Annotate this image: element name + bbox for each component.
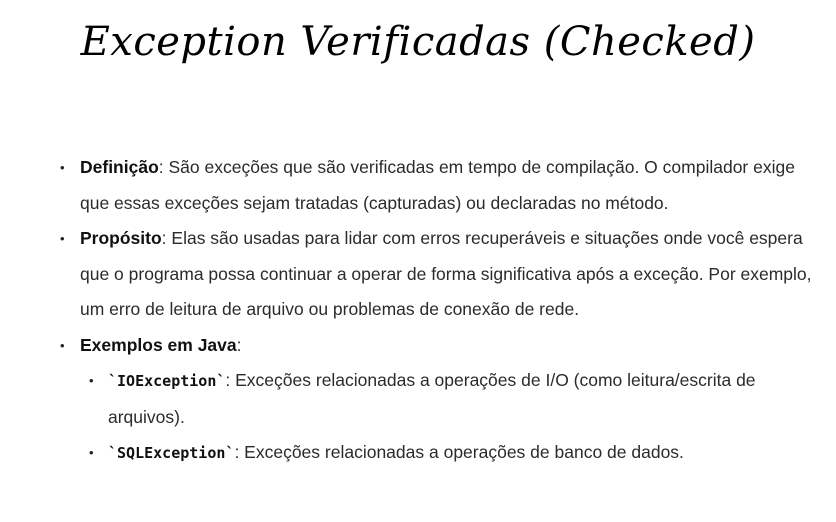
slide-title: Exception Verificadas (Checked) bbox=[80, 19, 756, 65]
bullet-icon: • bbox=[89, 373, 94, 388]
code-ioexception: `IOException` bbox=[108, 372, 226, 390]
bullet-proposito: • Propósito: Elas são usadas para lidar … bbox=[0, 221, 836, 328]
slide: Exception Verificadas (Checked) • Defini… bbox=[0, 0, 836, 522]
bullet-definicao: • Definição: São exceções que são verifi… bbox=[0, 150, 836, 221]
bullet-term: Propósito bbox=[80, 228, 162, 248]
bullet-icon: • bbox=[60, 231, 65, 246]
bullet-icon: • bbox=[60, 337, 65, 353]
bullet-text: : Elas são usadas para lidar com erros r… bbox=[80, 228, 812, 319]
sub-bullet-ioexception: • `IOException`: Exceções relacionadas a… bbox=[0, 363, 836, 435]
code-sqlexception: `SQLException` bbox=[108, 444, 235, 462]
bullet-text: : bbox=[236, 334, 242, 355]
bullet-term: Exemplos em Java bbox=[80, 334, 237, 355]
sub-bullet-text: : Exceções relacionadas a operações de b… bbox=[234, 442, 684, 462]
bullet-exemplos: • Exemplos em Java: bbox=[0, 328, 836, 364]
bullet-icon: • bbox=[89, 445, 94, 460]
bullet-icon: • bbox=[60, 160, 65, 175]
bullet-list: • Definição: São exceções que são verifi… bbox=[0, 150, 836, 472]
sub-bullet-sqlexception: • `SQLException`: Exceções relacionadas … bbox=[0, 435, 836, 472]
bullet-term: Definição bbox=[80, 157, 159, 177]
bullet-text: : São exceções que são verificadas em te… bbox=[80, 157, 795, 213]
